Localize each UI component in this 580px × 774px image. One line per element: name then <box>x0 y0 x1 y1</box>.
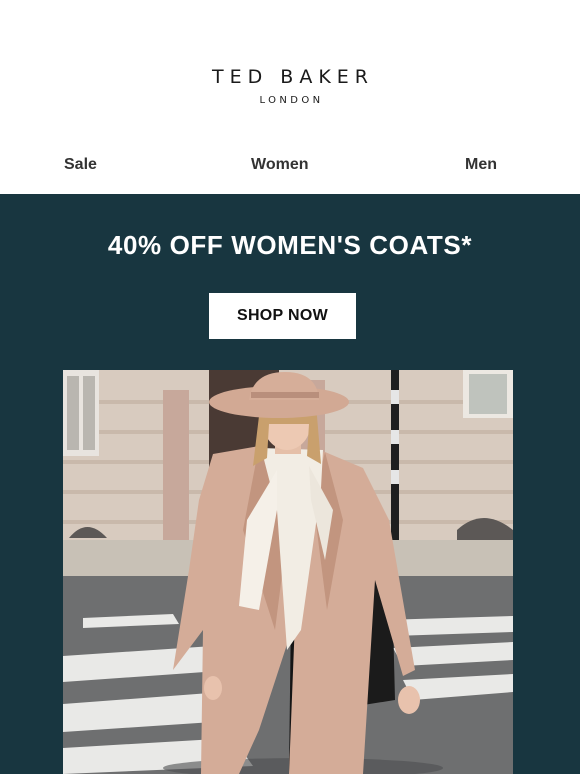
nav-item-sale[interactable]: Sale <box>64 156 97 174</box>
hero-headline: 40% OFF WOMEN'S COATS* <box>107 230 473 260</box>
brand-subtitle: LONDON <box>259 95 324 106</box>
shop-now-button[interactable]: SHOP NOW <box>209 293 356 339</box>
brand-logo[interactable]: TED BAKER LONDON <box>0 66 580 106</box>
email-header: TED BAKER LONDON Sale Women Men <box>0 0 580 194</box>
hero-photo-illustration <box>63 370 513 774</box>
nav-item-women[interactable]: Women <box>251 156 308 174</box>
hero-banner: 40% OFF WOMEN'S COATS* SHOP NOW <box>0 194 580 774</box>
brand-name: TED BAKER <box>212 66 374 88</box>
nav-item-men[interactable]: Men <box>465 156 497 174</box>
hero-photo[interactable] <box>63 370 513 774</box>
column-left <box>163 390 189 540</box>
main-nav: Sale Women Men <box>0 156 580 176</box>
